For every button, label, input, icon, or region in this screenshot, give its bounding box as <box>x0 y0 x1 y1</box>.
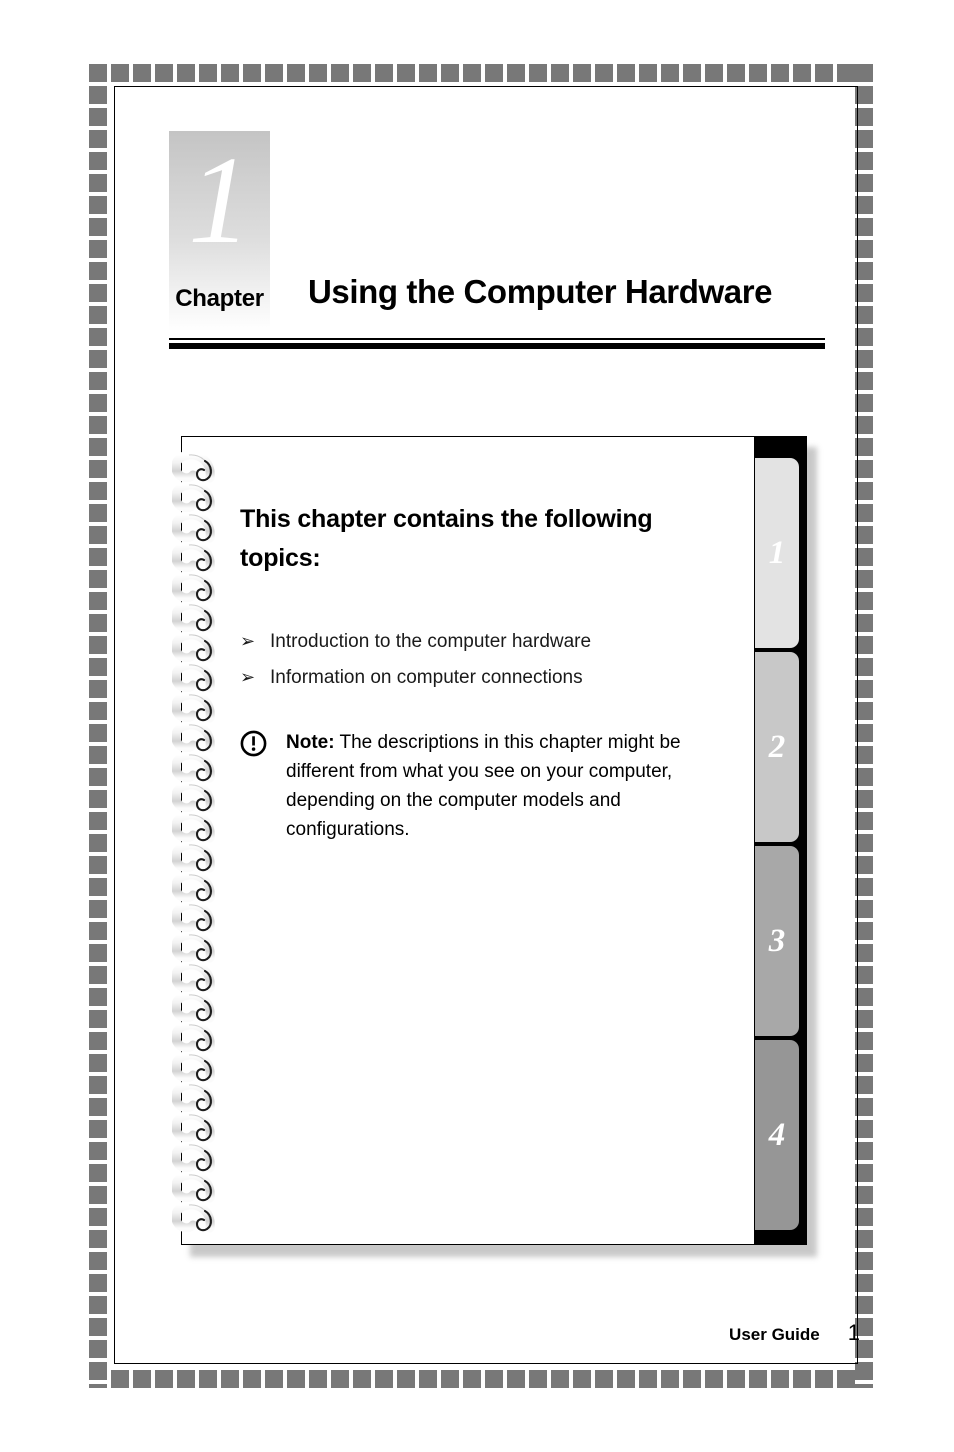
note-callout: Note: The descriptions in this chapter m… <box>240 728 740 844</box>
frame-dash-left <box>89 64 107 1388</box>
chapter-contents-block: This chapter contains the following topi… <box>240 500 740 844</box>
header-divider <box>169 338 825 349</box>
list-item: ➢ Information on computer connections <box>240 666 740 690</box>
chapter-tab-1[interactable]: 1 <box>755 458 799 648</box>
page-title: Using the Computer Hardware <box>308 273 773 310</box>
list-item-label: Introduction to the computer hardware <box>270 631 592 652</box>
contents-heading: This chapter contains the following topi… <box>240 505 653 572</box>
chapter-header: 1 Chapter Using the Computer Hardware <box>169 131 825 336</box>
footer-page-number: 1 <box>847 1320 860 1345</box>
exclamation-circle-icon <box>240 730 270 762</box>
note-text: Note: The descriptions in this chapter m… <box>286 728 716 844</box>
divider-thick-line <box>169 343 825 349</box>
chapter-badge: 1 Chapter <box>169 131 270 331</box>
chapter-tab-4[interactable]: 4 <box>755 1040 799 1230</box>
list-item: ➢ Introduction to the computer hardware <box>240 630 740 654</box>
chapter-number: 1 <box>188 132 251 270</box>
topics-list: ➢ Introduction to the computer hardware … <box>240 630 740 690</box>
note-label: Note: <box>286 732 335 753</box>
note-description: The descriptions in this chapter might b… <box>286 732 681 840</box>
page-footer: User Guide 1 <box>600 1320 860 1346</box>
chapter-tab-label: 4 <box>768 1116 786 1153</box>
frame-dash-top <box>89 64 873 82</box>
frame-dash-bottom <box>89 1370 873 1388</box>
chapter-tab-3[interactable]: 3 <box>755 846 799 1036</box>
chapter-tab-column: 1 2 3 4 <box>755 440 803 1240</box>
footer-document-label: User Guide <box>729 1325 820 1344</box>
chapter-tab-label: 1 <box>768 534 786 571</box>
chapter-tab-label: 2 <box>768 728 786 765</box>
chapter-word-label: Chapter <box>175 285 264 312</box>
list-item-label: Information on computer connections <box>270 667 583 688</box>
chapter-tab-2[interactable]: 2 <box>755 652 799 842</box>
chapter-tab-label: 3 <box>768 922 786 959</box>
chevron-right-icon: ➢ <box>240 667 256 688</box>
chevron-right-icon: ➢ <box>240 631 256 652</box>
